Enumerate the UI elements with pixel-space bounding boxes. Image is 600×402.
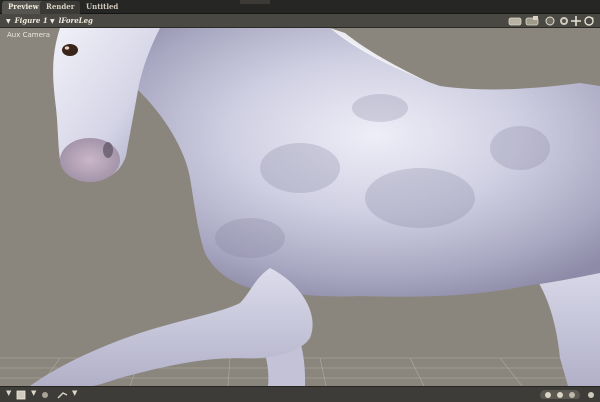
document-tab-bar: Preview Render Untitled [0,0,600,14]
chevron-down-icon[interactable]: ▼ [31,389,36,397]
chevron-down-icon: ▼ [6,18,11,25]
chevron-down-icon: ▼ [50,18,55,25]
tab-render-label: Render [46,2,75,11]
scene-render [0,28,600,386]
rotate-icon[interactable] [583,16,595,26]
window-icon[interactable] [525,16,539,26]
tab-untitled[interactable]: Untitled [80,1,124,14]
lock-icon[interactable] [40,390,50,400]
eye-highlight [64,46,70,50]
viewport-bottom-bar: ▼ ▼ ▼ [0,386,600,402]
options-arrow-icon[interactable]: ▼ [72,389,77,397]
screenshot-icon[interactable] [508,16,522,26]
scene-viewport[interactable]: Aux Camera [0,28,600,386]
square-icon[interactable] [16,390,26,400]
move-icon[interactable] [570,16,582,26]
ghost-title-decoration [240,0,270,8]
camera-label: Aux Camera [7,31,51,39]
figure-menu[interactable]: ▼ Figure 1 [6,15,48,27]
faded-logo-icon [240,0,270,4]
shading-icon[interactable] [544,16,556,26]
nostril [103,142,113,158]
body-part-menu-label: lForeLeg [58,16,93,25]
viewport-toolbar: ▼ Figure 1 ▼ lForeLeg [0,14,600,28]
dot-icon[interactable] [586,390,596,400]
horse-eye [62,44,78,56]
tab-untitled-label: Untitled [86,2,119,11]
key-icon[interactable] [57,390,69,400]
orbit-icon[interactable] [558,16,570,26]
tab-preview-label: Preview [8,2,39,11]
tab-preview[interactable]: Preview [2,1,45,14]
tab-render[interactable]: Render [40,1,81,14]
view-dots-icon[interactable] [540,389,580,399]
figure-menu-label: Figure 1 [14,16,48,25]
body-part-menu[interactable]: ▼ lForeLeg [50,15,93,27]
menu-arrow-icon[interactable]: ▼ [6,389,11,397]
